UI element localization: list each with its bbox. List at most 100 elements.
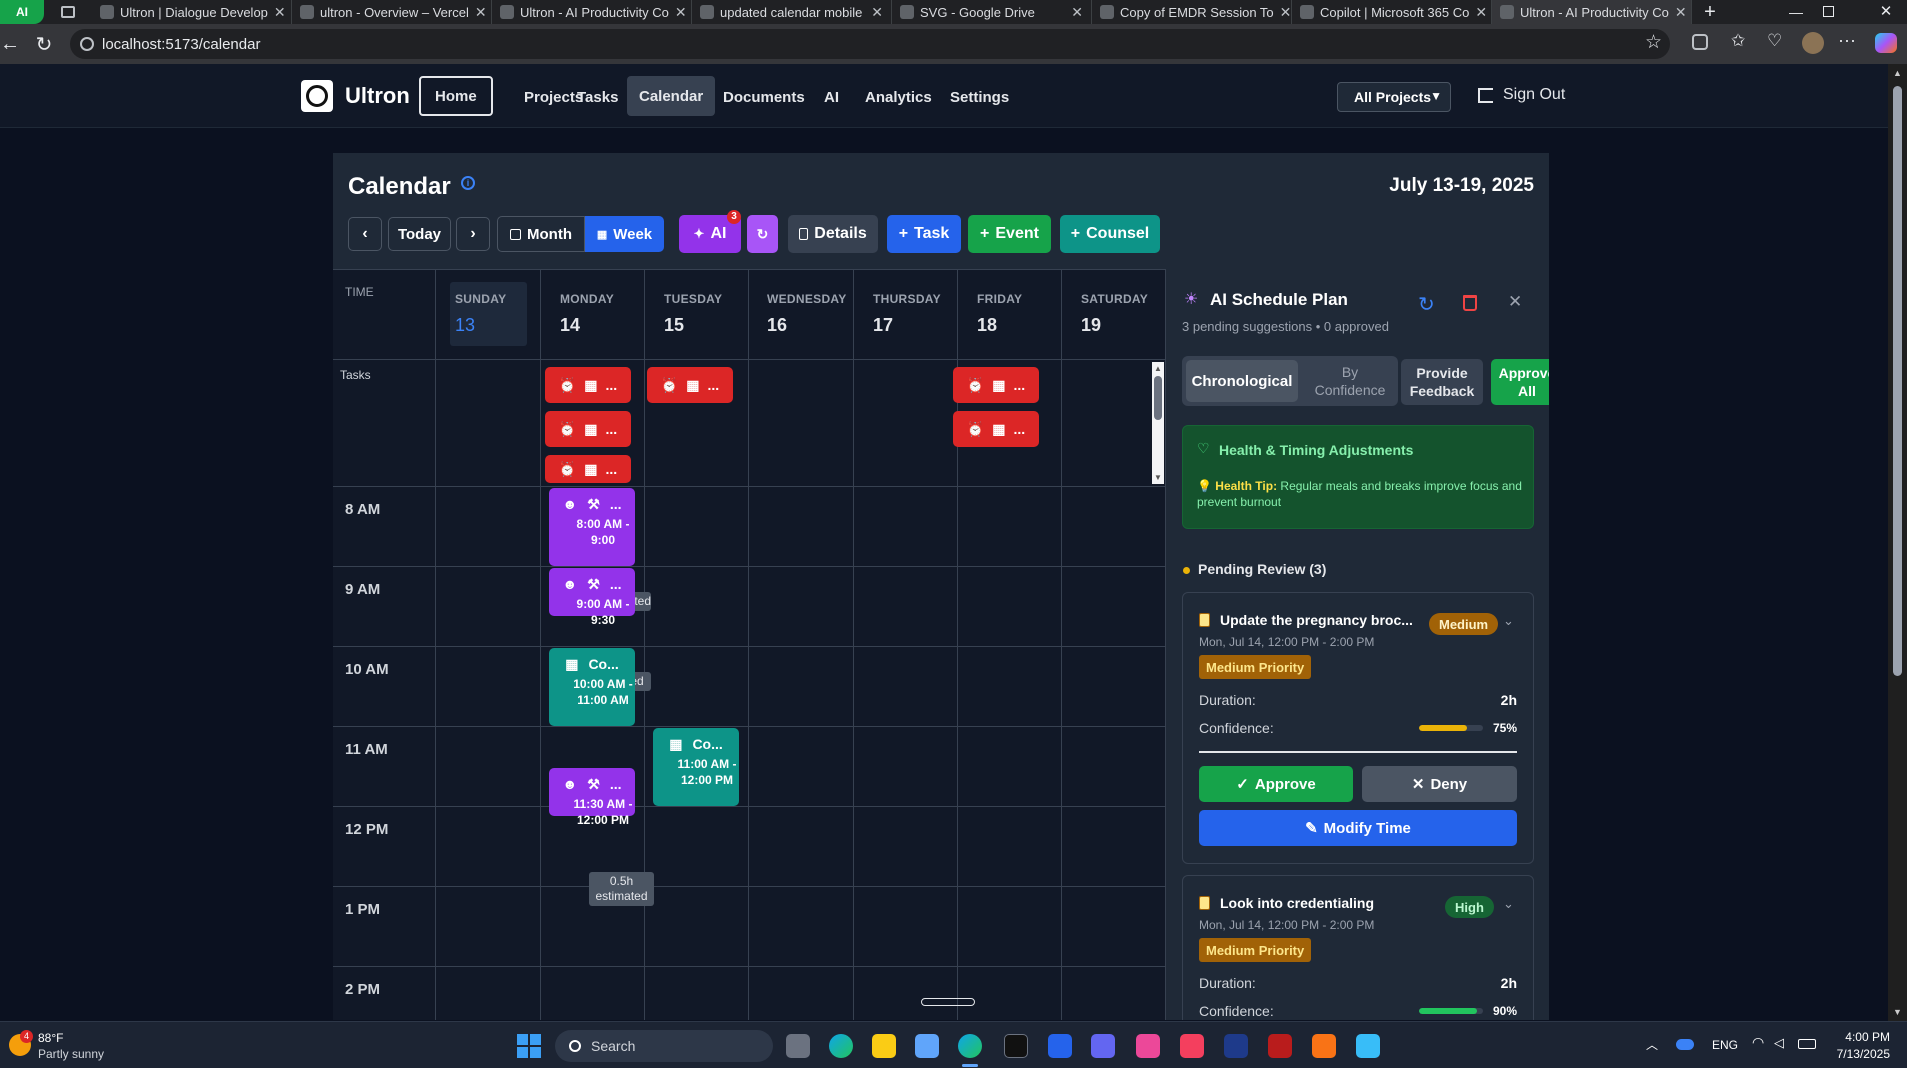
calendar-event[interactable]: ☻ ⚒... 9:00 AM - 9:30 xyxy=(549,568,635,627)
clock-time[interactable]: 4:00 PM xyxy=(1836,1030,1890,1044)
edge-icon[interactable] xyxy=(829,1034,853,1058)
day-number[interactable]: 18 xyxy=(977,315,997,336)
terminal-icon[interactable] xyxy=(1004,1034,1028,1058)
modify-time-button[interactable]: ✎ Modify Time xyxy=(1199,810,1517,846)
prev-week-button[interactable]: ‹ xyxy=(348,217,382,251)
nav-ai[interactable]: AI xyxy=(812,79,851,115)
start-icon[interactable] xyxy=(517,1034,541,1058)
weather-temp[interactable]: 88°F xyxy=(38,1031,63,1045)
day-number[interactable]: 13 xyxy=(455,315,475,336)
acrobat-icon[interactable] xyxy=(1268,1034,1292,1058)
language-indicator[interactable]: ENG xyxy=(1712,1038,1738,1052)
scroll-thumb[interactable] xyxy=(1154,376,1162,420)
copilot-icon[interactable] xyxy=(1875,33,1897,53)
back-icon[interactable]: ← xyxy=(0,33,28,56)
close-icon[interactable]: ✕ xyxy=(1675,4,1687,21)
tasks-scrollbar[interactable]: ▲ ▼ xyxy=(1152,362,1164,484)
close-icon[interactable]: ✕ xyxy=(1475,4,1487,21)
photoshop-icon[interactable] xyxy=(1224,1034,1248,1058)
tab-chronological[interactable]: Chronological xyxy=(1186,360,1298,402)
weather-desc[interactable]: Partly sunny xyxy=(38,1047,104,1061)
scroll-down-icon[interactable]: ▼ xyxy=(1893,1007,1902,1017)
calendar-event[interactable]: ☻ ⚒... 11:30 AM - 12:00 PM xyxy=(549,768,635,827)
task-chip[interactable]: ⏰ ▦... xyxy=(545,455,631,483)
scroll-down-icon[interactable]: ▼ xyxy=(1154,473,1162,482)
more-menu-icon[interactable]: ··· xyxy=(1838,30,1856,51)
brand-name[interactable]: Ultron xyxy=(345,83,410,109)
new-tab-icon[interactable]: + xyxy=(1692,1,1728,24)
nav-settings[interactable]: Settings xyxy=(938,79,1021,115)
task-chip[interactable]: ⏰ ▦... xyxy=(953,367,1039,403)
sign-out-button[interactable]: Sign Out xyxy=(1478,86,1565,104)
teams-icon[interactable] xyxy=(1091,1034,1115,1058)
nav-documents[interactable]: Documents xyxy=(711,79,817,115)
project-select[interactable]: All Projects ▼ xyxy=(1337,82,1451,112)
ai-refresh-button[interactable]: ↻ xyxy=(747,215,778,253)
suggestion-card[interactable]: Update the pregnancy broc... Medium ⌄ Mo… xyxy=(1182,592,1534,864)
day-number[interactable]: 14 xyxy=(560,315,580,336)
task-chip[interactable]: ⏰ ▦... xyxy=(545,411,631,447)
browser-tab[interactable]: Copilot | Microsoft 365 Co ✕ xyxy=(1292,0,1492,24)
tab-actions-icon[interactable] xyxy=(44,0,92,24)
search-box[interactable]: Search xyxy=(555,1030,773,1062)
app-icon[interactable] xyxy=(1312,1034,1336,1058)
browser-tab[interactable]: Copy of EMDR Session To ✕ xyxy=(1092,0,1292,24)
trash-icon[interactable] xyxy=(1463,295,1477,311)
browser-tab[interactable]: Ultron | Dialogue Develop ✕ xyxy=(92,0,292,24)
close-icon[interactable]: ✕ xyxy=(274,4,286,21)
provide-feedback-button[interactable]: Provide Feedback xyxy=(1401,359,1483,405)
close-icon[interactable]: ✕ xyxy=(675,4,687,21)
printer-icon[interactable] xyxy=(915,1034,939,1058)
browser-tab[interactable]: ultron - Overview – Vercel ✕ xyxy=(292,0,492,24)
window-close-icon[interactable]: ✕ xyxy=(1868,0,1904,24)
photos-icon[interactable] xyxy=(1136,1034,1160,1058)
close-icon[interactable]: ✕ xyxy=(1280,4,1291,21)
next-week-button[interactable]: › xyxy=(456,217,490,251)
task-chip[interactable]: ⏰ ▦... xyxy=(545,367,631,403)
profile-avatar[interactable] xyxy=(1802,32,1824,54)
browser-tab[interactable]: Ultron - AI Productivity Co ✕ xyxy=(492,0,692,24)
horizontal-scroll-handle[interactable] xyxy=(921,998,975,1006)
clock-date[interactable]: 7/13/2025 xyxy=(1826,1047,1890,1061)
approve-button[interactable]: ✓ Approve xyxy=(1199,766,1353,802)
nav-calendar[interactable]: Calendar xyxy=(627,76,716,116)
close-icon[interactable]: ✕ xyxy=(871,4,883,21)
day-number[interactable]: 19 xyxy=(1081,315,1101,336)
scroll-up-icon[interactable]: ▲ xyxy=(1154,364,1162,373)
ultron-logo[interactable] xyxy=(301,80,333,112)
day-number[interactable]: 16 xyxy=(767,315,787,336)
day-number[interactable]: 15 xyxy=(664,315,684,336)
browser-tab[interactable]: updated calendar mobile ✕ xyxy=(692,0,892,24)
chevron-down-icon[interactable]: ⌄ xyxy=(1503,613,1514,629)
nav-analytics[interactable]: Analytics xyxy=(853,79,944,115)
today-button[interactable]: Today xyxy=(388,217,451,251)
calendar-event[interactable]: ▦ Co... 10:00 AM - 11:00 AM xyxy=(549,648,635,726)
battery-icon[interactable] xyxy=(1798,1039,1816,1049)
edge-active-icon[interactable] xyxy=(958,1034,982,1058)
close-icon[interactable]: ✕ xyxy=(1508,292,1522,312)
task-chip[interactable]: ⏰ ▦... xyxy=(647,367,733,403)
add-event-button[interactable]: + Event xyxy=(968,215,1051,253)
nav-home[interactable]: Home xyxy=(419,76,493,116)
reload-icon[interactable]: ↻ xyxy=(26,32,62,57)
close-icon[interactable]: ✕ xyxy=(475,4,487,21)
browser-essentials-icon[interactable]: ♡ xyxy=(1767,31,1782,51)
week-view-button[interactable]: ▦ Week xyxy=(585,216,664,252)
add-counsel-button[interactable]: + Counsel xyxy=(1060,215,1160,253)
scroll-up-icon[interactable]: ▲ xyxy=(1893,68,1902,78)
browser-tab[interactable]: SVG - Google Drive ✕ xyxy=(892,0,1092,24)
page-scrollbar[interactable]: ▲ ▼ xyxy=(1888,64,1907,1021)
file-explorer-icon[interactable] xyxy=(872,1034,896,1058)
favorites-icon[interactable]: ✩ xyxy=(1731,31,1745,51)
onedrive-icon[interactable] xyxy=(1676,1039,1694,1050)
suggestion-card[interactable]: Look into credentialing High ⌄ Mon, Jul … xyxy=(1182,875,1534,1020)
tab-by-confidence[interactable]: By Confidence xyxy=(1306,360,1394,402)
month-view-button[interactable]: Month xyxy=(497,216,585,252)
favorite-star-icon[interactable]: ☆ xyxy=(1645,31,1662,54)
extensions-icon[interactable] xyxy=(1692,34,1708,50)
calendar-event[interactable]: ▦ Co... 11:00 AM - 12:00 PM xyxy=(653,728,739,806)
url-field[interactable]: localhost:5173/calendar xyxy=(70,29,1670,59)
details-button[interactable]: Details xyxy=(788,215,878,253)
minimize-icon[interactable]: — xyxy=(1778,0,1814,24)
close-icon[interactable]: ✕ xyxy=(1071,4,1083,21)
